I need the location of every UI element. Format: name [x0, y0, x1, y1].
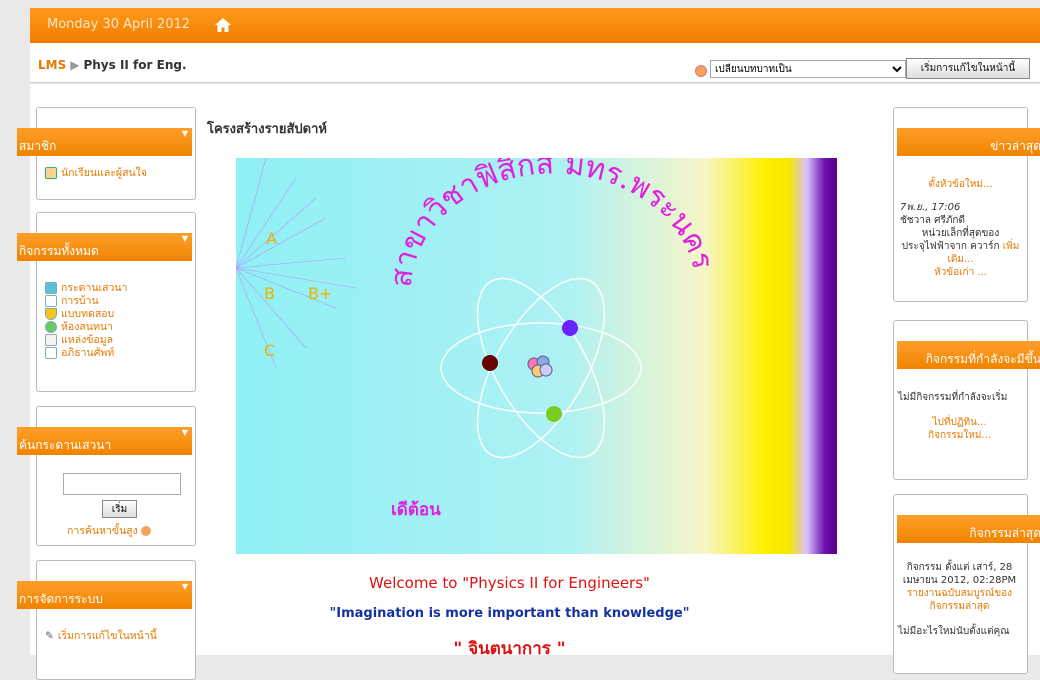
collapse-icon[interactable]: ▼	[182, 129, 188, 138]
new-event-row: กิจกรรมใหม่...	[898, 429, 1021, 442]
activity-glossary[interactable]: อภิธานศัพท์	[45, 346, 189, 359]
switch-role-select[interactable]: เปลี่ยนบทบาทเป็น	[710, 60, 906, 78]
forum-search-input[interactable]	[63, 473, 181, 495]
help-icon[interactable]	[141, 526, 152, 536]
news-snippet: หน่วยเล็กที่สุดของประจุไฟฟ้าจาก ควาร์ก	[901, 228, 1000, 252]
date-label: Monday 30 April 2012	[47, 17, 191, 32]
electron-red	[482, 355, 498, 371]
page-content: สมาชิก ▼ นักเรียนและผู้สนใจ กิจกรรมทั้งหม…	[17, 84, 1040, 680]
breadcrumb-course: Phys II for Eng.	[83, 58, 187, 72]
latest-news-block: ข่าวล่าสุด ตั้งหัวข้อใหม่... 7พ.ย., 17:0…	[893, 107, 1040, 302]
collapse-icon[interactable]: ▼	[182, 428, 188, 437]
go-to-calendar-link[interactable]: ไปที่ปฏิทิน...	[933, 417, 987, 428]
chat-icon	[45, 320, 57, 333]
full-report-link[interactable]: รายงานฉบับสมบูรณ์ของกิจกรรมล่าสุด	[907, 588, 1012, 612]
collapse-icon[interactable]: ▼	[182, 234, 188, 243]
members-block-title: สมาชิก	[19, 139, 57, 153]
breadcrumb: LMS ▶ Phys II for Eng.	[38, 58, 187, 72]
new-event-link[interactable]: กิจกรรมใหม่...	[928, 430, 991, 441]
activities-block: กิจกรรมทั้งหมด ▼ กระดานเสวนา การบ้าน แบบท…	[17, 212, 196, 392]
course-banner: A B B+ C สาขาวิชาฟิสิกส์ มทร.พระนคร เดีต…	[236, 158, 837, 554]
pencil-icon: ✎	[45, 629, 54, 642]
members-block: สมาชิก ▼ นักเรียนและผู้สนใจ	[17, 107, 196, 200]
latest-news-header[interactable]: ข่าวล่าสุด	[897, 128, 1040, 156]
calendar-row: ไปที่ปฏิทิน...	[898, 416, 1021, 429]
news-snippet-row: หน่วยเล็กที่สุดของประจุไฟฟ้าจาก ควาร์ก เ…	[900, 227, 1021, 266]
search-forums-block-header[interactable]: ค้นกระดานเสวนา ▼	[17, 427, 192, 455]
upcoming-events-block: กิจกรรมที่กำลังจะมีขึ้น ไม่มีกิจกรรมที่ก…	[893, 320, 1040, 480]
recent-activity-block: กิจกรรมล่าสุด กิจกรรม ตั้งแต่ เสาร์, 28 …	[893, 494, 1040, 674]
users-icon	[45, 166, 57, 179]
breadcrumb-root-link[interactable]: LMS	[38, 58, 66, 72]
banner-background	[236, 158, 837, 554]
page-title: โครงสร้างรายสัปดาห์	[207, 122, 327, 137]
home-icon[interactable]	[214, 16, 232, 34]
glossary-icon	[45, 346, 57, 359]
quote-text: "Imagination is more important than know…	[329, 606, 690, 621]
banner-logo-text: เดีต้อน	[391, 499, 441, 520]
recent-activity-title: กิจกรรมล่าสุด	[969, 526, 1040, 540]
electron-blue	[562, 320, 578, 336]
members-block-header[interactable]: สมาชิก ▼	[17, 128, 192, 156]
navigation-bar: LMS ▶ Phys II for Eng. เปลี่ยนบทบาทเป็น เร…	[30, 43, 1040, 83]
collapse-icon[interactable]: ▼	[182, 582, 188, 591]
news-author: ชัชวาล ศรีภักดี	[900, 215, 965, 226]
latest-news-title: ข่าวล่าสุด	[990, 139, 1040, 153]
forum-search-button[interactable]: เริ่ม	[102, 500, 137, 518]
activity-glossary-label[interactable]: อภิธานศัพท์	[61, 344, 114, 361]
forum-icon	[45, 281, 57, 294]
breadcrumb-separator-icon: ▶	[70, 58, 80, 72]
administration-block-title: การจัดการระบบ	[19, 592, 103, 606]
full-report-row: รายงานฉบับสมบูรณ์ของกิจกรรมล่าสุด	[898, 587, 1021, 613]
advanced-search-link[interactable]: การค้นหาขั้นสูง	[67, 525, 138, 537]
participants-link[interactable]: นักเรียนและผู้สนใจ	[45, 166, 189, 179]
activities-block-header[interactable]: กิจกรรมทั้งหมด ▼	[17, 233, 192, 261]
old-topics-link[interactable]: หัวข้อเก่า ...	[934, 267, 987, 278]
quiz-icon	[45, 307, 57, 320]
help-icon[interactable]	[695, 65, 707, 77]
grade-c: C	[264, 341, 275, 360]
search-forums-block-title: ค้นกระดานเสวนา	[19, 438, 112, 452]
upcoming-events-header[interactable]: กิจกรรมที่กำลังจะมีขึ้น	[897, 341, 1040, 369]
recent-activity-header[interactable]: กิจกรรมล่าสุด	[897, 515, 1040, 543]
top-bar: Monday 30 April 2012	[30, 8, 1040, 43]
grade-b-plus: B+	[308, 284, 332, 303]
advanced-search-row: การค้นหาขั้นสูง	[67, 522, 152, 539]
search-forums-block: ค้นกระดานเสวนา ▼ เริ่ม การค้นหาขั้นสูง	[17, 406, 196, 546]
welcome-text: Welcome to "Physics II for Engineers"	[369, 574, 650, 592]
turn-editing-on-button[interactable]: เริ่มการแก้ไขในหน้านี้	[906, 58, 1030, 79]
participants-link-label[interactable]: นักเรียนและผู้สนใจ	[61, 164, 147, 181]
admin-edit-label[interactable]: เริ่มการแก้ไขในหน้านี้	[58, 627, 157, 644]
recent-since-text: กิจกรรม ตั้งแต่ เสาร์, 28 เมษายน 2012, 0…	[902, 562, 1017, 586]
no-upcoming-text: ไม่มีกิจกรรมที่กำลังจะเริ่ม	[898, 392, 1008, 403]
news-date: 7พ.ย., 17:06	[900, 202, 961, 213]
administration-block: การจัดการระบบ ▼ ✎ เริ่มการแก้ไขในหน้านี้	[17, 560, 196, 680]
imagination-text: " จินตนาการ "	[453, 639, 566, 659]
old-topics-row: หัวข้อเก่า ...	[900, 266, 1021, 279]
new-topic-link[interactable]: ตั้งหัวข้อใหม่...	[928, 179, 992, 190]
assignment-icon	[45, 294, 57, 307]
electron-green	[546, 406, 562, 422]
resource-icon	[45, 333, 57, 346]
grade-a: A	[266, 229, 277, 248]
nothing-new-text: ไม่มีอะไรใหม่นับตั้งแต่คุณ	[898, 626, 1010, 637]
grade-b: B	[264, 284, 275, 303]
activities-block-title: กิจกรรมทั้งหมด	[19, 244, 99, 258]
new-topic-row: ตั้งหัวข้อใหม่...	[900, 178, 1021, 191]
admin-edit-link[interactable]: ✎ เริ่มการแก้ไขในหน้านี้	[45, 627, 189, 644]
upcoming-events-title: กิจกรรมที่กำลังจะมีขึ้น	[925, 352, 1040, 366]
administration-block-header[interactable]: การจัดการระบบ ▼	[17, 581, 192, 609]
